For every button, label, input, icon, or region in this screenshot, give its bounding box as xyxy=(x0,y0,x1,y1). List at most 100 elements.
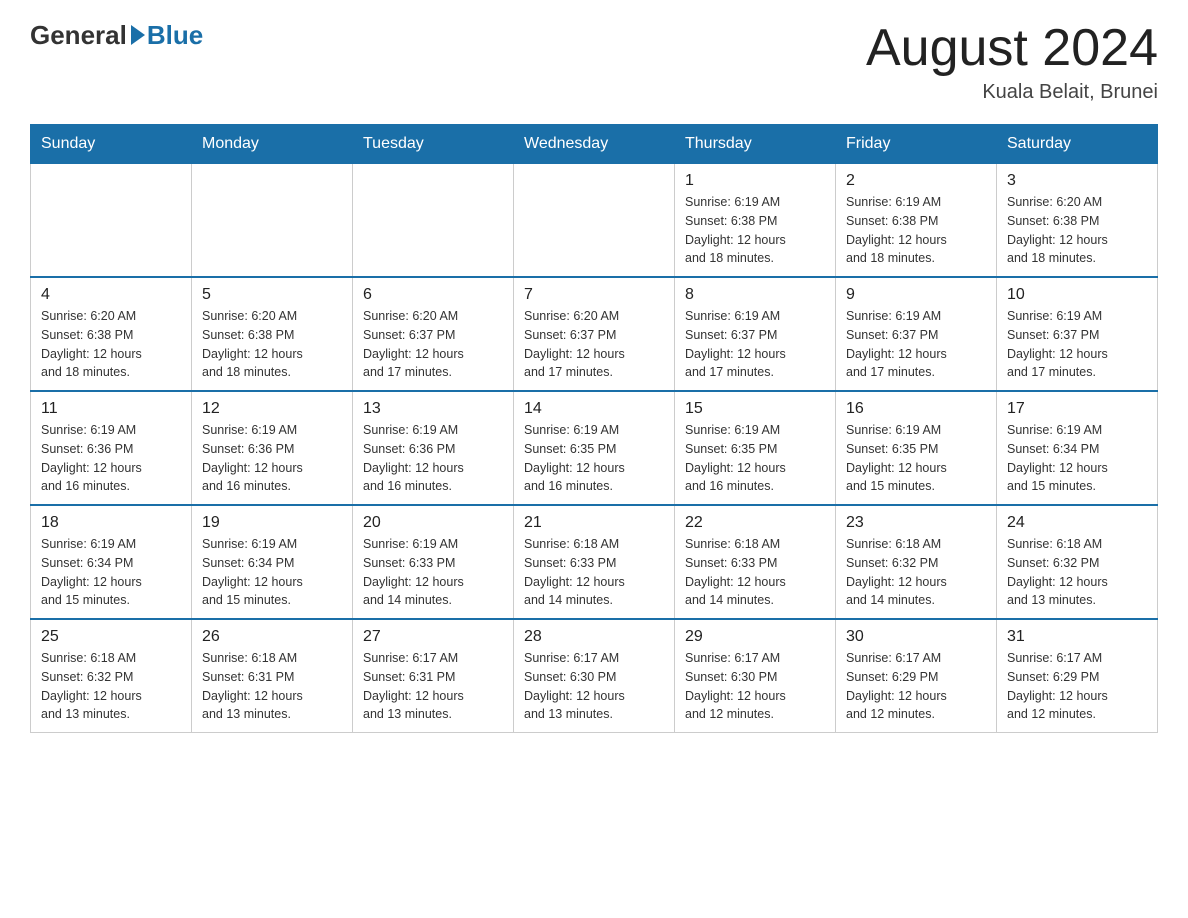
day-info: Sunrise: 6:20 AMSunset: 6:38 PMDaylight:… xyxy=(1007,193,1147,268)
calendar-cell: 16 Sunrise: 6:19 AMSunset: 6:35 PMDayligh… xyxy=(836,391,997,505)
day-info: Sunrise: 6:18 AMSunset: 6:31 PMDaylight:… xyxy=(202,649,342,724)
day-number: 4 xyxy=(41,286,181,304)
day-number: 1 xyxy=(685,172,825,190)
day-number: 14 xyxy=(524,400,664,418)
day-info: Sunrise: 6:19 AMSunset: 6:37 PMDaylight:… xyxy=(1007,307,1147,382)
day-number: 25 xyxy=(41,628,181,646)
day-number: 5 xyxy=(202,286,342,304)
day-number: 17 xyxy=(1007,400,1147,418)
calendar-cell: 22 Sunrise: 6:18 AMSunset: 6:33 PMDayligh… xyxy=(675,505,836,619)
day-info: Sunrise: 6:19 AMSunset: 6:37 PMDaylight:… xyxy=(846,307,986,382)
header-day-thursday: Thursday xyxy=(675,125,836,164)
day-number: 19 xyxy=(202,514,342,532)
calendar-cell xyxy=(514,164,675,278)
calendar-cell: 2 Sunrise: 6:19 AMSunset: 6:38 PMDaylight… xyxy=(836,164,997,278)
header-day-monday: Monday xyxy=(192,125,353,164)
day-info: Sunrise: 6:18 AMSunset: 6:33 PMDaylight:… xyxy=(685,535,825,610)
day-info: Sunrise: 6:19 AMSunset: 6:36 PMDaylight:… xyxy=(41,421,181,496)
week-row-1: 1 Sunrise: 6:19 AMSunset: 6:38 PMDaylight… xyxy=(31,164,1158,278)
day-info: Sunrise: 6:19 AMSunset: 6:37 PMDaylight:… xyxy=(685,307,825,382)
header-day-sunday: Sunday xyxy=(31,125,192,164)
day-number: 6 xyxy=(363,286,503,304)
calendar-cell xyxy=(31,164,192,278)
calendar-cell: 23 Sunrise: 6:18 AMSunset: 6:32 PMDayligh… xyxy=(836,505,997,619)
calendar-cell: 5 Sunrise: 6:20 AMSunset: 6:38 PMDaylight… xyxy=(192,277,353,391)
day-info: Sunrise: 6:17 AMSunset: 6:29 PMDaylight:… xyxy=(1007,649,1147,724)
day-number: 12 xyxy=(202,400,342,418)
header-day-friday: Friday xyxy=(836,125,997,164)
calendar-cell: 14 Sunrise: 6:19 AMSunset: 6:35 PMDayligh… xyxy=(514,391,675,505)
day-info: Sunrise: 6:19 AMSunset: 6:35 PMDaylight:… xyxy=(846,421,986,496)
day-number: 29 xyxy=(685,628,825,646)
day-info: Sunrise: 6:18 AMSunset: 6:32 PMDaylight:… xyxy=(846,535,986,610)
calendar-cell: 27Sunrise: 6:17 AMSunset: 6:31 PMDayligh… xyxy=(353,619,514,733)
calendar-cell xyxy=(353,164,514,278)
day-number: 9 xyxy=(846,286,986,304)
day-info: Sunrise: 6:17 AMSunset: 6:31 PMDaylight:… xyxy=(363,649,503,724)
logo-general-text: General xyxy=(30,20,127,51)
day-number: 20 xyxy=(363,514,503,532)
day-number: 10 xyxy=(1007,286,1147,304)
day-info: Sunrise: 6:19 AMSunset: 6:35 PMDaylight:… xyxy=(685,421,825,496)
day-info: Sunrise: 6:19 AMSunset: 6:34 PMDaylight:… xyxy=(41,535,181,610)
day-number: 2 xyxy=(846,172,986,190)
calendar-cell: 30 Sunrise: 6:17 AMSunset: 6:29 PMDayligh… xyxy=(836,619,997,733)
day-number: 16 xyxy=(846,400,986,418)
calendar-cell: 25 Sunrise: 6:18 AMSunset: 6:32 PMDayligh… xyxy=(31,619,192,733)
week-row-5: 25 Sunrise: 6:18 AMSunset: 6:32 PMDayligh… xyxy=(31,619,1158,733)
calendar-cell: 3Sunrise: 6:20 AMSunset: 6:38 PMDaylight… xyxy=(997,164,1158,278)
calendar-cell: 29 Sunrise: 6:17 AMSunset: 6:30 PMDayligh… xyxy=(675,619,836,733)
day-info: Sunrise: 6:19 AMSunset: 6:36 PMDaylight:… xyxy=(202,421,342,496)
day-info: Sunrise: 6:17 AMSunset: 6:30 PMDaylight:… xyxy=(685,649,825,724)
logo-arrow-icon xyxy=(131,25,145,45)
calendar-cell: 1Sunrise: 6:19 AMSunset: 6:38 PMDaylight… xyxy=(675,164,836,278)
calendar-cell: 13 Sunrise: 6:19 AMSunset: 6:36 PMDayligh… xyxy=(353,391,514,505)
day-info: Sunrise: 6:19 AMSunset: 6:34 PMDaylight:… xyxy=(202,535,342,610)
calendar-cell: 18 Sunrise: 6:19 AMSunset: 6:34 PMDayligh… xyxy=(31,505,192,619)
calendar-cell: 24 Sunrise: 6:18 AMSunset: 6:32 PMDayligh… xyxy=(997,505,1158,619)
calendar-cell: 11 Sunrise: 6:19 AMSunset: 6:36 PMDayligh… xyxy=(31,391,192,505)
day-number: 30 xyxy=(846,628,986,646)
day-info: Sunrise: 6:19 AMSunset: 6:35 PMDaylight:… xyxy=(524,421,664,496)
day-info: Sunrise: 6:18 AMSunset: 6:32 PMDaylight:… xyxy=(41,649,181,724)
day-number: 11 xyxy=(41,400,181,418)
header-day-saturday: Saturday xyxy=(997,125,1158,164)
day-info: Sunrise: 6:19 AMSunset: 6:34 PMDaylight:… xyxy=(1007,421,1147,496)
day-number: 31 xyxy=(1007,628,1147,646)
week-row-2: 4 Sunrise: 6:20 AMSunset: 6:38 PMDaylight… xyxy=(31,277,1158,391)
day-info: Sunrise: 6:19 AMSunset: 6:36 PMDaylight:… xyxy=(363,421,503,496)
day-info: Sunrise: 6:18 AMSunset: 6:33 PMDaylight:… xyxy=(524,535,664,610)
day-number: 8 xyxy=(685,286,825,304)
calendar-cell: 17 Sunrise: 6:19 AMSunset: 6:34 PMDayligh… xyxy=(997,391,1158,505)
day-info: Sunrise: 6:19 AMSunset: 6:38 PMDaylight:… xyxy=(846,193,986,268)
day-info: Sunrise: 6:20 AMSunset: 6:37 PMDaylight:… xyxy=(363,307,503,382)
day-number: 22 xyxy=(685,514,825,532)
day-number: 24 xyxy=(1007,514,1147,532)
day-info: Sunrise: 6:20 AMSunset: 6:37 PMDaylight:… xyxy=(524,307,664,382)
calendar-cell: 9 Sunrise: 6:19 AMSunset: 6:37 PMDaylight… xyxy=(836,277,997,391)
day-number: 23 xyxy=(846,514,986,532)
title-block: August 2024 Kuala Belait, Brunei xyxy=(866,20,1158,104)
day-info: Sunrise: 6:20 AMSunset: 6:38 PMDaylight:… xyxy=(41,307,181,382)
calendar-cell: 31 Sunrise: 6:17 AMSunset: 6:29 PMDayligh… xyxy=(997,619,1158,733)
day-info: Sunrise: 6:20 AMSunset: 6:38 PMDaylight:… xyxy=(202,307,342,382)
day-number: 28 xyxy=(524,628,664,646)
day-number: 13 xyxy=(363,400,503,418)
day-number: 26 xyxy=(202,628,342,646)
calendar-cell: 10 Sunrise: 6:19 AMSunset: 6:37 PMDayligh… xyxy=(997,277,1158,391)
day-number: 15 xyxy=(685,400,825,418)
week-row-3: 11 Sunrise: 6:19 AMSunset: 6:36 PMDayligh… xyxy=(31,391,1158,505)
day-number: 18 xyxy=(41,514,181,532)
calendar-cell: 19 Sunrise: 6:19 AMSunset: 6:34 PMDayligh… xyxy=(192,505,353,619)
day-number: 7 xyxy=(524,286,664,304)
logo-blue-part: Blue xyxy=(127,20,203,51)
day-info: Sunrise: 6:18 AMSunset: 6:32 PMDaylight:… xyxy=(1007,535,1147,610)
calendar-cell: 8 Sunrise: 6:19 AMSunset: 6:37 PMDaylight… xyxy=(675,277,836,391)
header-row: SundayMondayTuesdayWednesdayThursdayFrid… xyxy=(31,125,1158,164)
header-day-wednesday: Wednesday xyxy=(514,125,675,164)
page-header: General Blue August 2024 Kuala Belait, B… xyxy=(30,20,1158,104)
day-info: Sunrise: 6:17 AMSunset: 6:29 PMDaylight:… xyxy=(846,649,986,724)
calendar-table: SundayMondayTuesdayWednesdayThursdayFrid… xyxy=(30,124,1158,733)
day-number: 21 xyxy=(524,514,664,532)
calendar-cell: 21 Sunrise: 6:18 AMSunset: 6:33 PMDayligh… xyxy=(514,505,675,619)
